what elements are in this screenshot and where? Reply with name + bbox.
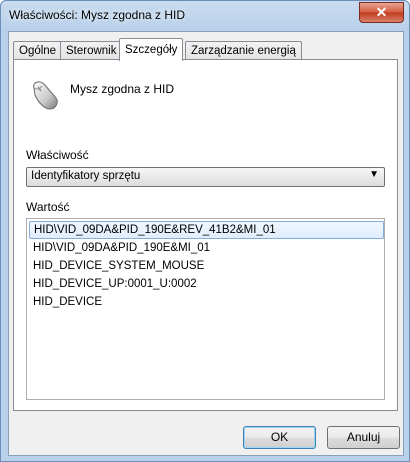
value-listbox[interactable]: HID\VID_09DA&PID_190E&REV_41B2&MI_01 HID… (26, 218, 385, 400)
device-name: Mysz zgodna z HID (70, 82, 175, 96)
tab-driver[interactable]: Sterownik (60, 41, 123, 60)
list-item[interactable]: HID\VID_09DA&PID_190E&REV_41B2&MI_01 (29, 221, 384, 239)
property-label: Właściwość (26, 148, 89, 162)
cancel-button[interactable]: Anuluj (327, 426, 400, 449)
tab-details[interactable]: Szczegóły (119, 38, 184, 61)
details-panel: Mysz zgodna z HID Właściwość Identyfikat… (13, 59, 398, 411)
list-item[interactable]: HID_DEVICE_UP:0001_U:0002 (29, 275, 382, 293)
tab-power-management[interactable]: Zarządzanie energią (185, 41, 302, 60)
list-item[interactable]: HID_DEVICE_SYSTEM_MOUSE (29, 257, 382, 275)
dialog-client-area: Ogólne Sterownik Szczegóły Zarządzanie e… (8, 31, 404, 456)
close-button[interactable]: ✕ (359, 2, 404, 23)
chevron-down-icon[interactable]: ▼ (369, 169, 379, 180)
list-item[interactable]: HID_DEVICE (29, 293, 382, 311)
properties-window: Właściwości: Mysz zgodna z HID ✕ Ogólne … (0, 0, 410, 462)
property-selected-value: Identyfikatory sprzętu (31, 170, 141, 182)
mouse-icon (33, 81, 58, 110)
window-title: Właściwości: Mysz zgodna z HID (9, 8, 186, 22)
list-item[interactable]: HID\VID_09DA&PID_190E&MI_01 (29, 239, 382, 257)
tab-general[interactable]: Ogólne (13, 41, 63, 60)
ok-button[interactable]: OK (243, 426, 316, 449)
title-bar[interactable]: Właściwości: Mysz zgodna z HID ✕ (1, 1, 409, 31)
value-label: Wartość (26, 200, 70, 214)
property-dropdown[interactable]: Identyfikatory sprzętu ▼ (26, 167, 385, 187)
